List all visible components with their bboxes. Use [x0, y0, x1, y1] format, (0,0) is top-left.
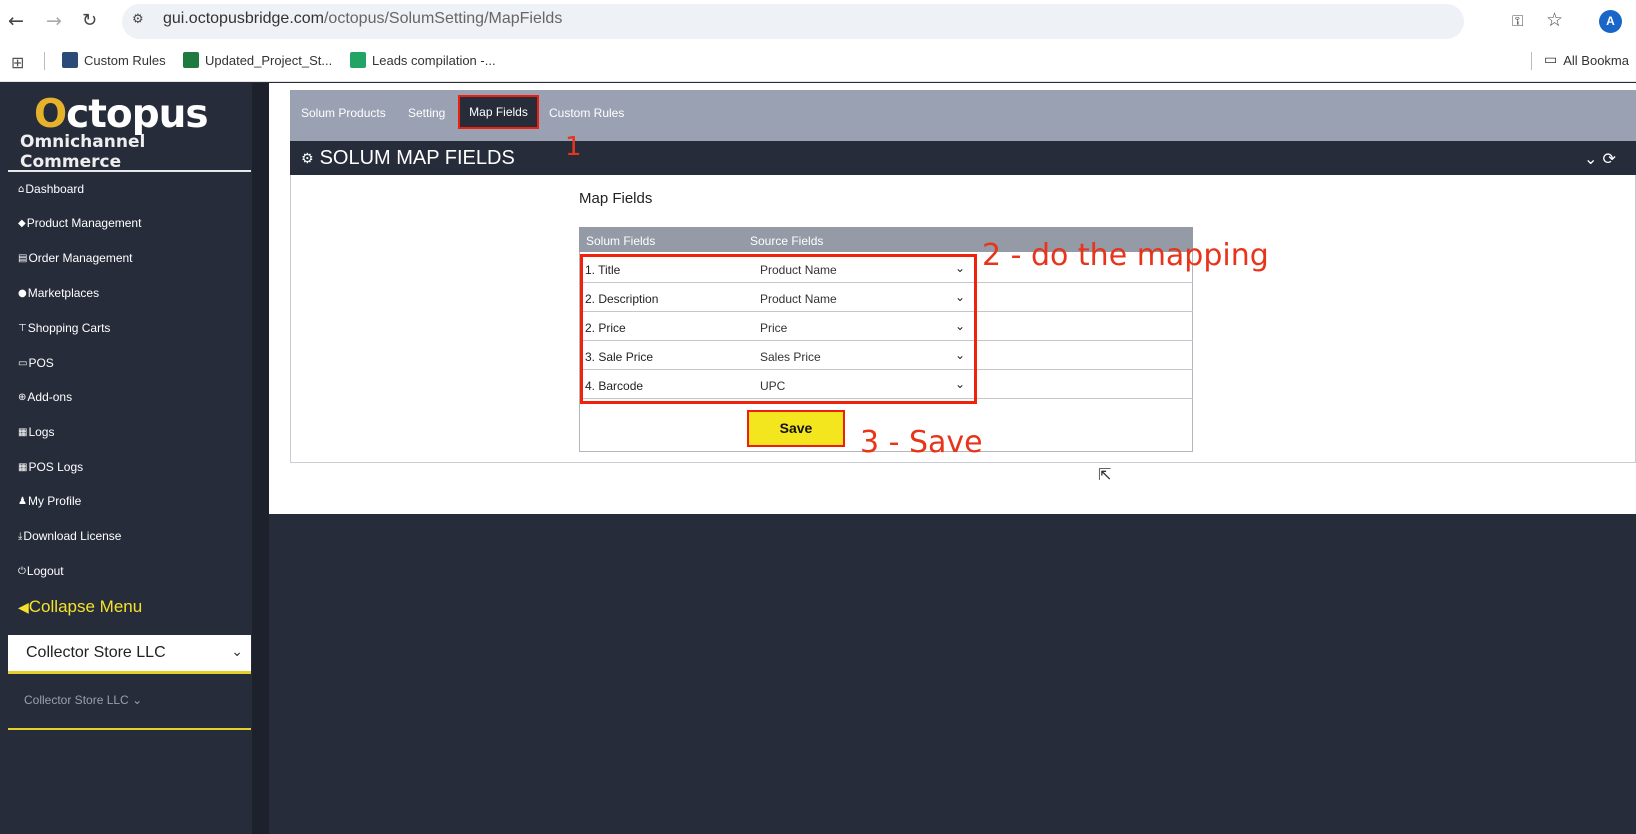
sidebar-item-label: Shopping Carts — [27, 321, 111, 335]
sidebar-item-label: Logout — [26, 564, 64, 578]
bookmark-custom-rules[interactable]: Custom Rules — [62, 52, 166, 68]
collapse-menu-button[interactable]: ◀Collapse Menu — [18, 597, 142, 617]
bookmark-label: Custom Rules — [84, 52, 166, 68]
sidebar-item-label: Logs — [28, 425, 55, 439]
laptop-icon: ▭ — [18, 357, 28, 369]
list-icon: ▤ — [18, 252, 28, 264]
store-select-value: Collector Store LLC — [26, 644, 166, 661]
sidebar-item-label: POS Logs — [28, 460, 84, 474]
brand-title-rest: ctopus — [66, 92, 208, 137]
folder-icon: ▭ — [1544, 52, 1558, 68]
sidebar-item-label: Add-ons — [27, 390, 73, 404]
excel-icon — [183, 52, 199, 68]
home-icon: ⌂ — [18, 183, 25, 195]
arrow-circle-left-icon: ◀ — [18, 600, 29, 616]
sidebar-item-logout[interactable]: ⏻ Logout — [18, 564, 64, 578]
annotation-highlight-box — [580, 254, 977, 404]
chevron-down-icon: ⌄ — [132, 693, 143, 707]
column-header-solum-fields: Solum Fields — [586, 234, 656, 248]
power-icon: ⏻ — [18, 565, 26, 577]
annotation-step1: 1 — [565, 132, 582, 162]
user-icon: ♟ — [18, 495, 27, 507]
url-path: /octopus/SolumSetting/MapFields — [323, 10, 563, 27]
site-info-icon[interactable]: ⚙ — [132, 12, 144, 27]
sidebar-item-marketplaces[interactable]: ● Marketplaces — [18, 286, 99, 300]
brand-subtitle: Omnichannel Commerce — [20, 132, 146, 172]
plus-circle-icon: ⊕ — [18, 391, 27, 403]
tab-solum-products[interactable]: Solum Products — [301, 106, 386, 120]
store-secondary-label: Collector Store LLC — [24, 693, 129, 707]
download-icon: ⤓ — [18, 530, 23, 542]
brand-title-o: O — [34, 92, 67, 137]
store-secondary-dropdown[interactable]: Collector Store LLC ⌄ — [24, 693, 142, 707]
sidebar-divider — [8, 728, 251, 730]
store-select[interactable]: Collector Store LLC ⌄ — [8, 635, 251, 674]
forward-arrow-icon[interactable]: → — [46, 10, 62, 32]
sidebar-item-order-management[interactable]: ▤ Order Management — [18, 251, 133, 265]
file-icon: ▦ — [18, 461, 28, 473]
panel-title: ⚙ SOLUM MAP FIELDS — [301, 147, 515, 170]
refresh-icon[interactable]: ⟳ — [1603, 149, 1616, 168]
chevron-down-icon: ⌄ — [231, 644, 243, 660]
bookmark-label: Leads compilation -... — [372, 52, 496, 68]
star-icon[interactable]: ☆ — [1546, 9, 1563, 31]
panel-controls: ⌄ ⟳ — [1584, 149, 1616, 168]
sidebar-item-label: Download License — [23, 529, 122, 543]
apps-grid-icon[interactable]: ⊞ — [11, 53, 24, 72]
all-bookmarks-label: All Bookma — [1563, 52, 1629, 68]
tab-custom-rules[interactable]: Custom Rules — [549, 106, 624, 120]
bookmark-separator — [1531, 52, 1532, 70]
annotation-step2: 2 - do the mapping — [982, 238, 1269, 273]
annotation-step3: 3 - Save — [860, 425, 983, 460]
avatar[interactable]: A — [1599, 10, 1622, 33]
sidebar-item-label: Dashboard — [25, 182, 85, 196]
sidebar-item-shopping-carts[interactable]: ⊤ Shopping Carts — [18, 321, 110, 335]
sidebar-item-label: My Profile — [27, 494, 82, 508]
octopus-icon — [62, 52, 78, 68]
panel-title-text: SOLUM MAP FIELDS — [319, 147, 515, 169]
sidebar-item-pos[interactable]: ▭ POS — [18, 356, 54, 370]
sidebar-scroll-strip — [252, 83, 269, 834]
url-host: gui.octopusbridge.com — [163, 10, 324, 27]
map-fields-heading: Map Fields — [579, 190, 653, 207]
file-icon: ▦ — [18, 426, 28, 438]
sidebar-item-product-management[interactable]: ◆ Product Management — [18, 216, 141, 230]
sidebar-item-pos-logs[interactable]: ▦ POS Logs — [18, 460, 83, 474]
sidebar-item-label: POS — [28, 356, 54, 370]
cogs-icon: ⚙ — [301, 150, 314, 167]
collapse-menu-label: Collapse Menu — [28, 597, 143, 616]
cart-icon: ⊤ — [18, 322, 27, 334]
sidebar-divider — [8, 170, 251, 172]
sidebar-item-dashboard[interactable]: ⌂ Dashboard — [18, 182, 84, 196]
bookmark-leads-compilation[interactable]: Leads compilation -... — [350, 52, 496, 68]
sidebar-item-my-profile[interactable]: ♟ My Profile — [18, 494, 81, 508]
save-button[interactable]: Save — [747, 410, 845, 447]
tab-setting[interactable]: Setting — [408, 106, 445, 120]
bookmark-separator — [44, 52, 45, 70]
sidebar-item-label: Product Management — [26, 216, 142, 230]
tag-icon: ◆ — [18, 217, 26, 229]
brand-title: Octopus — [14, 94, 234, 136]
bookmark-label: Updated_Project_St... — [205, 52, 333, 68]
back-arrow-icon[interactable]: ← — [8, 10, 24, 32]
all-bookmarks[interactable]: ▭ All Bookma — [1544, 52, 1629, 68]
app-window: ← → ↻ ⚙ gui.octopusbridge.com/octopus/So… — [0, 0, 1636, 834]
bookmark-updated-project[interactable]: Updated_Project_St... — [183, 52, 332, 68]
column-header-source-fields: Source Fields — [750, 234, 824, 248]
brand-logo[interactable]: Octopus Omnichannel Commerce — [14, 94, 234, 173]
sidebar-item-label: Order Management — [28, 251, 133, 265]
sheets-icon — [350, 52, 366, 68]
chevron-down-icon[interactable]: ⌄ — [1584, 149, 1597, 168]
reload-icon[interactable]: ↻ — [82, 10, 97, 32]
sidebar-item-download-license[interactable]: ⤓ Download License — [18, 529, 121, 543]
globe-icon: ● — [18, 287, 27, 299]
sidebar-item-logs[interactable]: ▦ Logs — [18, 425, 54, 439]
tab-map-fields[interactable]: Map Fields — [458, 95, 539, 129]
key-icon[interactable]: ⚿ — [1512, 12, 1523, 30]
mouse-pointer-icon: ⇱ — [1098, 465, 1112, 484]
url-text[interactable]: gui.octopusbridge.com/octopus/SolumSetti… — [163, 10, 562, 28]
sidebar-item-label: Marketplaces — [27, 286, 100, 300]
sidebar-item-add-ons[interactable]: ⊕ Add-ons — [18, 390, 72, 404]
